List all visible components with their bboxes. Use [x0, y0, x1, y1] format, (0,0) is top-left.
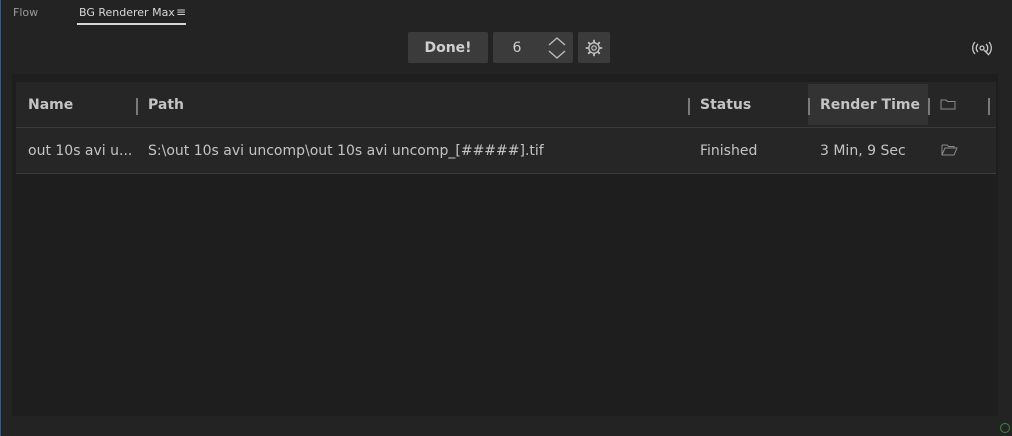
chevron-down-icon[interactable] — [545, 48, 569, 62]
row-path: S:\out 10s avi uncomp\out 10s avi uncomp… — [148, 142, 544, 159]
window-edge — [0, 0, 1, 436]
column-resize-handle[interactable] — [928, 98, 930, 115]
folder-icon — [940, 99, 956, 110]
table-row[interactable]: out 10s avi u... S:\out 10s avi uncomp\o… — [16, 128, 996, 174]
stepper-value[interactable]: 6 — [493, 32, 541, 63]
column-header-render-time[interactable]: Render Time — [820, 82, 920, 127]
active-tab-indicator — [77, 23, 186, 25]
tab-bar: Flow BG Renderer Max ≡ — [0, 0, 1012, 26]
column-resize-handle[interactable] — [688, 98, 690, 115]
column-header-name[interactable]: Name — [28, 82, 73, 127]
tab-flow[interactable]: Flow — [13, 6, 38, 19]
column-resize-handle[interactable] — [808, 98, 810, 115]
tab-bg-renderer-max[interactable]: BG Renderer Max — [79, 6, 175, 19]
folder-open-icon[interactable] — [941, 143, 958, 156]
chevron-up-icon[interactable] — [545, 34, 569, 48]
column-resize-handle[interactable] — [136, 98, 138, 115]
column-resize-handle[interactable] — [988, 98, 990, 115]
row-name: out 10s avi u... — [28, 142, 133, 159]
row-status: Finished — [700, 142, 758, 159]
gear-icon — [585, 39, 603, 56]
broadcast-icon[interactable] — [972, 40, 992, 56]
status-indicator-icon — [1000, 423, 1010, 433]
quantity-stepper[interactable]: 6 — [493, 32, 573, 63]
done-button[interactable]: Done! — [408, 32, 488, 63]
hamburger-icon[interactable]: ≡ — [176, 5, 186, 19]
column-header-status[interactable]: Status — [700, 82, 751, 127]
row-render-time: 3 Min, 9 Sec — [820, 142, 906, 159]
column-header-path[interactable]: Path — [148, 82, 184, 127]
table-header: Name Path Status Render Time — [16, 82, 996, 128]
settings-button[interactable] — [578, 32, 610, 63]
